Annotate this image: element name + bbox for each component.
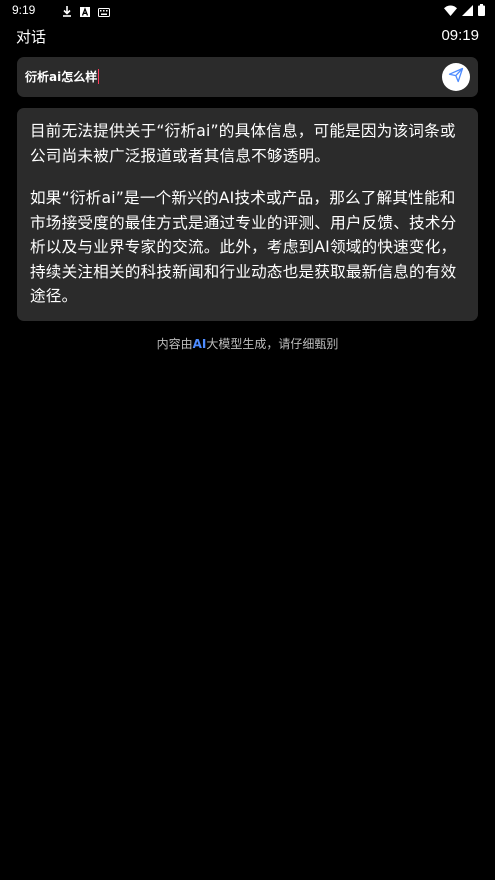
status-bar: 9:19 — [0, 0, 495, 22]
status-right-icons — [444, 3, 485, 17]
disclaimer-prefix: 内容由 — [156, 337, 193, 351]
keyboard-icon — [98, 2, 110, 21]
ai-disclaimer: 内容由AI大模型生成，请仔细甄别 — [0, 335, 495, 352]
question-text: 衍析ai怎么样 — [25, 70, 98, 84]
header: 对话 09:19 — [0, 22, 495, 52]
status-left-icons — [62, 4, 110, 18]
disclaimer-suffix: 大模型生成，请仔细甄别 — [206, 337, 339, 351]
answer-card: 目前无法提供关于“衍析ai”的具体信息，可能是因为该词条或公司尚未被广泛报道或者… — [17, 108, 478, 321]
question-input[interactable]: 衍析ai怎么样 — [17, 57, 478, 97]
send-button[interactable] — [442, 63, 470, 91]
status-time: 9:19 — [12, 3, 36, 17]
disclaimer-ai-highlight: AI — [192, 337, 207, 351]
question-input-value[interactable]: 衍析ai怎么样 — [25, 68, 100, 85]
answer-paragraph: 如果“衍析ai”是一个新兴的AI技术或产品，那么了解其性能和市场接受度的最佳方式… — [30, 189, 457, 305]
battery-icon — [478, 1, 485, 20]
screen: 9:19 对话 09:19 衍析ai怎么样 目前无法提供关于“衍析ai”的具体信… — [0, 0, 495, 880]
download-icon — [62, 2, 72, 21]
page-title: 对话 — [16, 28, 47, 46]
a-box-icon — [80, 2, 90, 21]
answer-paragraph: 目前无法提供关于“衍析ai”的具体信息，可能是因为该词条或公司尚未被广泛报道或者… — [30, 122, 456, 165]
header-time: 09:19 — [441, 27, 479, 44]
send-icon — [448, 67, 464, 87]
cell-signal-icon — [462, 1, 473, 20]
wifi-icon — [444, 1, 457, 20]
text-caret — [98, 69, 100, 84]
